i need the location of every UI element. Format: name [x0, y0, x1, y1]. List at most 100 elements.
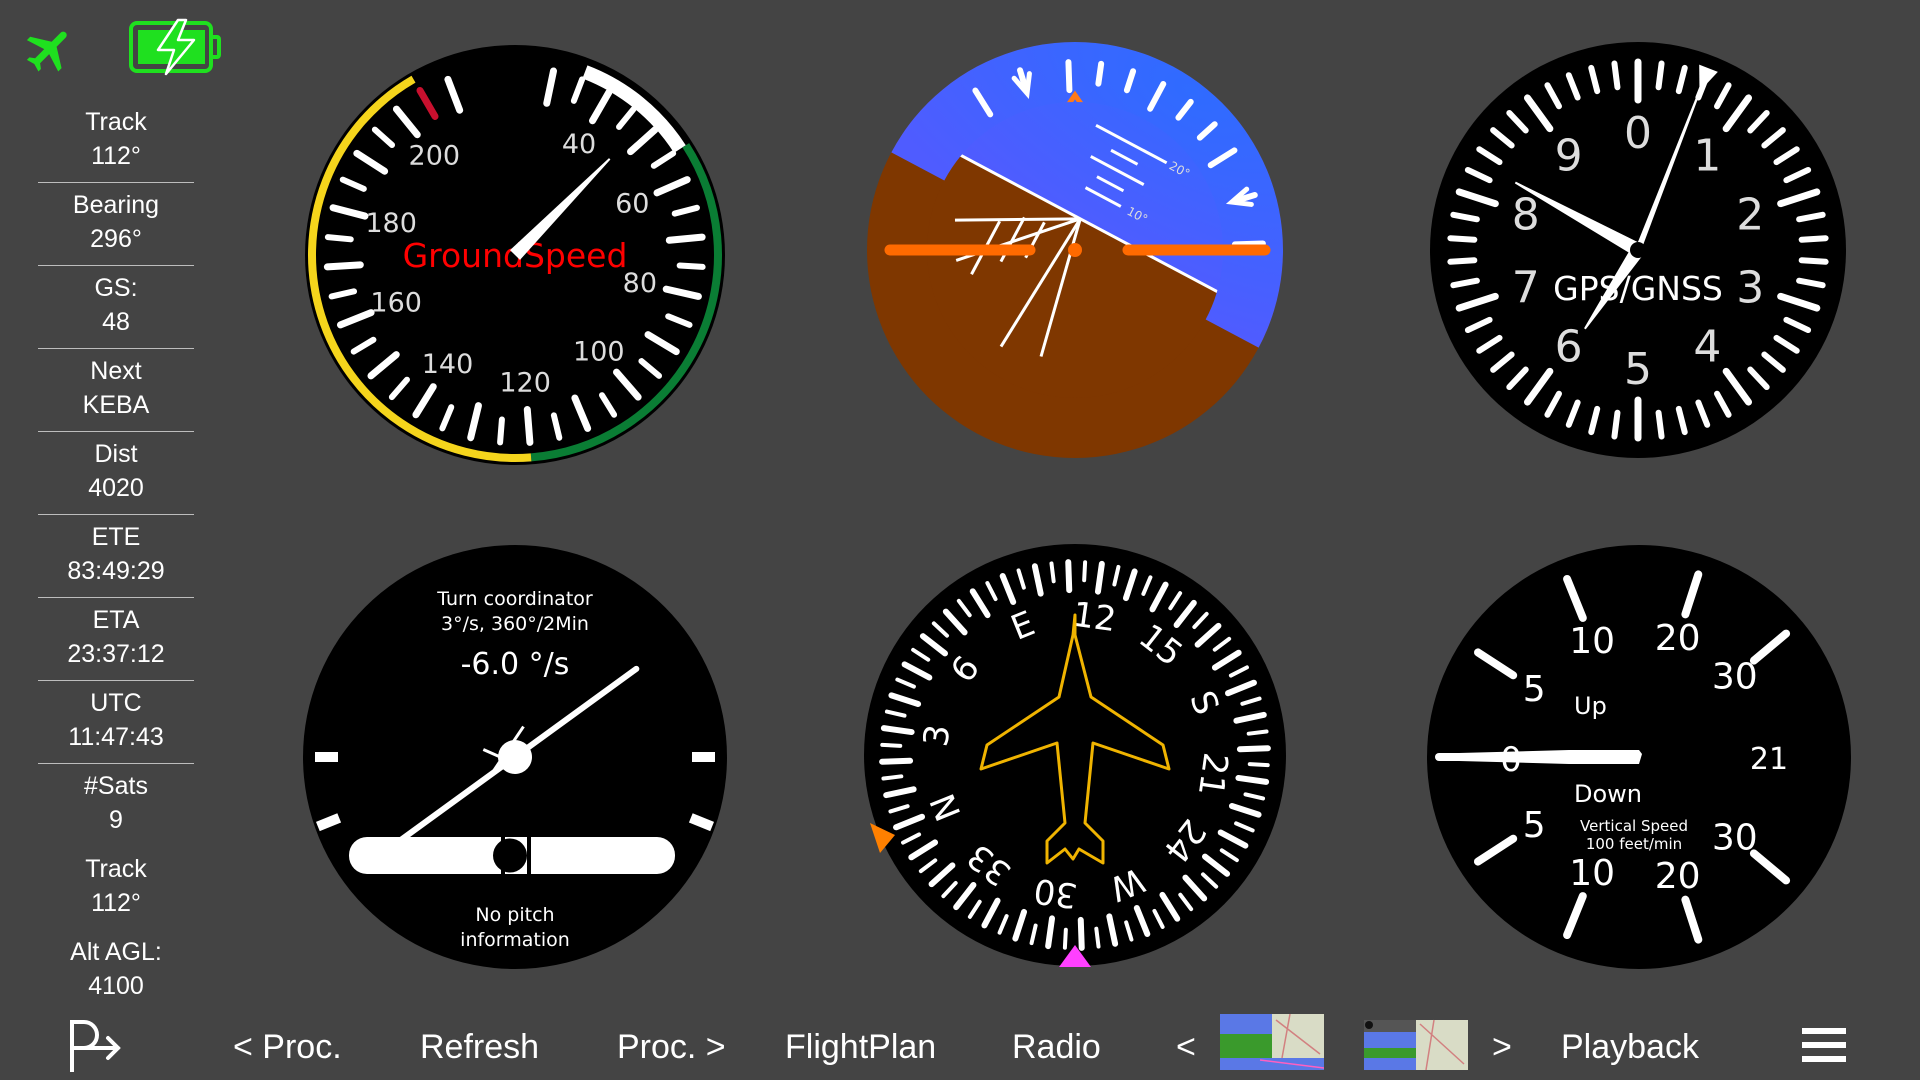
info-label: Alt AGL:	[70, 938, 162, 966]
radio-button[interactable]: Radio	[1012, 1027, 1101, 1067]
info-item-sats: #Sats 9	[38, 764, 194, 847]
playback-button[interactable]: Playback	[1561, 1027, 1699, 1067]
turn-subtitle: 3°/s, 360°/2Min	[441, 613, 589, 635]
speed-label: 40	[562, 129, 596, 160]
heading-tick	[1236, 745, 1271, 753]
attitude-indicator[interactable]: 20° 10°	[865, 40, 1285, 460]
clock-number: 7	[1512, 262, 1540, 313]
screen-thumbnail-1[interactable]	[1220, 1014, 1324, 1070]
procedure-arrow-icon[interactable]	[68, 1018, 124, 1074]
info-item-dist: Dist 4020	[38, 432, 194, 515]
clock-number: 8	[1512, 190, 1540, 241]
roll-tick	[1095, 60, 1105, 87]
info-label: GS:	[94, 274, 138, 302]
turn-coordinator[interactable]: Turn coordinator 3°/s, 360°/2Min -6.0 °/…	[300, 542, 730, 972]
inclinometer-ball	[493, 838, 527, 873]
gps-clock[interactable]: 012 34567 89 GPS/GNSS	[1428, 40, 1848, 460]
info-item-bearing: Bearing 296°	[38, 183, 194, 266]
info-item-track: Track 112°	[38, 100, 194, 183]
info-item-next: Next KEBA	[38, 349, 194, 432]
clock-number: 6	[1555, 321, 1583, 372]
prev-screen-button[interactable]: <	[1176, 1027, 1196, 1067]
turn-footer-1: No pitch	[475, 904, 554, 926]
clock-dial: 0 12 34567 89 GPS/GNSS	[1430, 42, 1846, 458]
vertical-speed-indicator[interactable]: 5 10 20 30 5 10 20 30 Up Down Vertical Speed 10…	[1424, 542, 1854, 972]
info-label: ETA	[92, 606, 140, 634]
turn-footer-2: information	[460, 929, 570, 951]
center-dot	[1068, 243, 1082, 257]
speed-label: 200	[409, 141, 461, 172]
clock-tick	[1611, 60, 1621, 91]
heading-indicator[interactable]: N 3 6 E 12 15 S 21 24 W 30 33	[862, 542, 1288, 968]
clock-tick	[1447, 257, 1478, 265]
clock-number: 9	[1555, 131, 1583, 182]
info-item-ete: ETE 83:49:29	[38, 515, 194, 598]
groundspeed-title: GroundSpeed	[403, 236, 628, 275]
turn-title: Turn coordinator	[436, 588, 593, 610]
vsi-readout: 21	[1750, 742, 1788, 777]
heading-tick	[1094, 926, 1101, 949]
groundspeed-gauge[interactable]: 40 60 80 100 120 140 160 180 200 GroundSpeed	[300, 40, 730, 470]
vsi-dial: 5 10 20 30 5 10 20 30 Up Down Vertical Speed 10…	[1427, 545, 1851, 969]
clock-title: GPS/GNSS	[1553, 269, 1723, 308]
speed-label: 160	[370, 288, 422, 319]
heading-tick	[1235, 774, 1270, 785]
vsi-down-label: Down	[1574, 780, 1642, 808]
vsi-up-label: Up	[1574, 692, 1607, 720]
speed-tick	[676, 262, 706, 270]
battery-charging-icon	[129, 18, 221, 76]
vsi-label-up: 20	[1655, 618, 1701, 659]
groundspeed-dial: 40 60 80 100 120 140160 180 200 GroundSpeed	[305, 45, 725, 465]
turn-dial: Turn coordinator 3°/s, 360°/2Min -6.0 °/…	[303, 545, 727, 969]
info-label: Next	[90, 357, 142, 385]
info-value: 4020	[88, 474, 144, 502]
refresh-button[interactable]: Refresh	[420, 1027, 539, 1067]
heading-tick	[1065, 559, 1073, 594]
vsi-label-up: 30	[1712, 657, 1758, 698]
info-value: KEBA	[82, 391, 150, 419]
hamburger-menu-icon[interactable]	[1802, 1028, 1846, 1062]
speed-tick	[523, 406, 534, 446]
tick-right-level	[692, 752, 715, 762]
info-value: 296°	[90, 225, 142, 253]
info-label: #Sats	[84, 772, 148, 800]
speed-tick	[324, 234, 354, 243]
clock-number: 2	[1736, 190, 1764, 241]
info-item-track-2: Track 112°	[38, 847, 194, 930]
tick-left-level	[315, 752, 338, 762]
clock-tick	[1611, 409, 1621, 440]
info-label: Track	[85, 855, 147, 883]
proc-prev-button[interactable]: < Proc.	[233, 1027, 342, 1067]
heading-tick	[880, 742, 903, 748]
info-label: ETE	[91, 523, 141, 551]
roll-tick	[1065, 59, 1073, 94]
clock-number: 0	[1624, 108, 1652, 159]
thumbnail-image	[1364, 1014, 1468, 1070]
heading-tick	[881, 774, 904, 781]
vsi-caption-1: Vertical Speed	[1580, 817, 1688, 835]
info-value: 4100	[88, 972, 144, 1000]
vsi-label-up: 10	[1569, 621, 1615, 662]
info-label: Track	[85, 108, 147, 136]
heading-tick	[1094, 560, 1105, 595]
thumbnail-image	[1220, 1014, 1324, 1070]
speed-tick	[323, 261, 364, 271]
speed-label: 120	[499, 368, 551, 399]
heading-tick	[1077, 916, 1085, 951]
heading-label: 21	[1190, 750, 1236, 798]
clock-hub	[1630, 242, 1646, 258]
speed-label: 140	[422, 349, 474, 380]
heading-tick	[1062, 927, 1068, 950]
info-list: Track 112° Bearing 296° GS: 48 Next KEBA Dis…	[38, 100, 194, 1013]
vsi-label-down: 5	[1523, 805, 1546, 846]
info-item-eta: ETA 23:37:12	[38, 598, 194, 681]
info-value: 11:47:43	[68, 723, 164, 751]
flightplan-button[interactable]: FlightPlan	[785, 1027, 936, 1067]
info-value: 83:49:29	[67, 557, 165, 585]
info-item-utc: UTC 11:47:43	[38, 681, 194, 764]
next-screen-button[interactable]: >	[1492, 1027, 1512, 1067]
proc-next-button[interactable]: Proc. >	[617, 1027, 726, 1067]
speed-label: 60	[615, 189, 649, 220]
screen-thumbnail-2[interactable]	[1364, 1014, 1468, 1070]
info-value: 112°	[91, 142, 141, 170]
